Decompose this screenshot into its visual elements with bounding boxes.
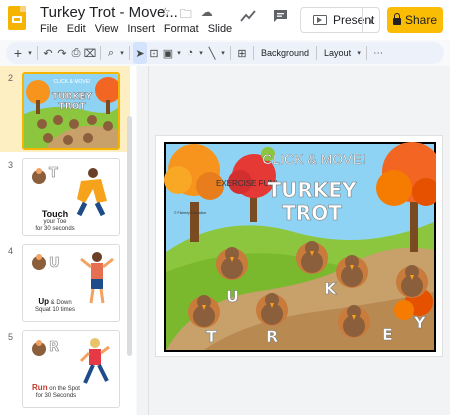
lock-icon bbox=[392, 13, 401, 25]
current-slide[interactable]: CLICK & MOVE! EXERCISE FUN! TURKEY TROT … bbox=[155, 135, 443, 357]
thumb-letter: T bbox=[49, 166, 58, 181]
document-title[interactable]: Turkey Trot - Move... bbox=[40, 4, 178, 21]
thumb-caption: Up & Down Squat 10 times bbox=[27, 297, 83, 314]
select-cursor-icon[interactable]: ➤ bbox=[133, 42, 147, 64]
slide-title-line-2: TROT bbox=[282, 201, 342, 225]
caption-mid: on the Spot bbox=[49, 386, 80, 392]
line-icon[interactable]: ╲ bbox=[205, 42, 219, 64]
menu-view[interactable]: View bbox=[95, 23, 119, 35]
background-button[interactable]: Background bbox=[257, 42, 313, 64]
shape-dropdown-icon[interactable]: ▾ bbox=[197, 42, 205, 64]
image-icon[interactable]: ▣ bbox=[161, 42, 175, 64]
slide-number: 2 bbox=[8, 73, 14, 83]
thumb-caption: Run on the Spot for 30 Seconds bbox=[27, 383, 85, 400]
filmstrip-item-2[interactable]: 2 TURKEY TROT CLICK & MOVE! bbox=[0, 66, 130, 152]
present-dropdown-icon[interactable]: ▼ bbox=[367, 17, 375, 26]
layout-button[interactable]: Layout bbox=[320, 42, 355, 64]
redo-icon[interactable]: ↷ bbox=[55, 42, 69, 64]
more-options-icon[interactable]: ⋯ bbox=[370, 42, 386, 64]
menu-format[interactable]: Format bbox=[164, 23, 199, 35]
line-dropdown-icon[interactable]: ▾ bbox=[219, 42, 227, 64]
letter-t: T bbox=[206, 327, 217, 346]
vertical-ruler bbox=[148, 66, 149, 415]
new-slide-icon[interactable]: + bbox=[10, 42, 26, 64]
credit-text: © Fisherly Education bbox=[174, 211, 206, 215]
activity-dashboard-icon[interactable] bbox=[240, 9, 256, 23]
slide-number: 3 bbox=[8, 160, 14, 170]
zoom-icon[interactable]: ⌕ bbox=[104, 42, 118, 64]
caption-bold: Touch bbox=[41, 209, 69, 219]
present-icon bbox=[313, 15, 327, 25]
letter-e: E bbox=[382, 325, 393, 344]
slide-title-line-1: TURKEY bbox=[268, 178, 357, 202]
click-move-text: CLICK & MOVE! bbox=[262, 151, 365, 167]
slide-number: 5 bbox=[8, 332, 14, 342]
comment-history-icon[interactable] bbox=[273, 9, 288, 23]
thumb-title-1: TURKEY bbox=[52, 92, 92, 102]
thumb-letter: R bbox=[49, 340, 59, 355]
letter-y: Y bbox=[413, 313, 426, 332]
caption-line-1: Squat 10 times bbox=[34, 306, 76, 313]
filmstrip-item-3[interactable]: 3 T Touch your Toe for 30 seconds bbox=[0, 154, 130, 240]
filmstrip-item-4[interactable]: 4 U Up & Down Squat 10 times bbox=[0, 240, 130, 326]
letter-r: R bbox=[266, 327, 278, 346]
caption-line-1: for 30 Seconds bbox=[35, 392, 77, 399]
menu-bar: File Edit View Insert Format Slide bbox=[40, 23, 232, 35]
thumbnail-art: TURKEY TROT CLICK & MOVE! bbox=[24, 74, 118, 148]
add-comment-icon[interactable]: ⊞ bbox=[234, 42, 250, 64]
caption-line-2: for 30 seconds bbox=[35, 226, 75, 233]
slides-logo-icon[interactable] bbox=[8, 6, 26, 30]
letter-k: K bbox=[324, 279, 337, 298]
menu-insert[interactable]: Insert bbox=[127, 23, 155, 35]
slide-number: 4 bbox=[8, 246, 14, 256]
top-bar: Turkey Trot - Move... ☆ 🗀 ☁ File Edit Vi… bbox=[0, 0, 450, 40]
zoom-dropdown-icon[interactable]: ▾ bbox=[118, 42, 126, 64]
thumb-caption: Touch your Toe for 30 seconds bbox=[27, 209, 83, 233]
share-button[interactable]: Share bbox=[387, 7, 443, 33]
slide-thumbnail[interactable]: R Run on the Spot for 30 Seconds bbox=[22, 330, 120, 408]
share-label: Share bbox=[404, 13, 438, 27]
undo-icon[interactable]: ↶ bbox=[41, 42, 55, 64]
thumb-letter: U bbox=[49, 256, 60, 271]
filmstrip-item-5[interactable]: 5 R Run on the Spot for 30 Seconds bbox=[0, 326, 130, 412]
letter-u: U bbox=[226, 287, 239, 306]
shape-icon[interactable]: ◔ bbox=[183, 42, 197, 64]
caption-mid: & Down bbox=[50, 300, 72, 306]
filmstrip-scrollbar[interactable] bbox=[127, 116, 132, 356]
thumb-click-move: CLICK & MOVE! bbox=[54, 79, 91, 85]
new-slide-dropdown-icon[interactable]: ▾ bbox=[26, 42, 34, 64]
print-icon[interactable]: ⎙ bbox=[69, 42, 83, 64]
menu-edit[interactable]: Edit bbox=[67, 23, 86, 35]
menu-file[interactable]: File bbox=[40, 23, 58, 35]
image-dropdown-icon[interactable]: ▾ bbox=[175, 42, 183, 64]
slide-thumbnail[interactable]: TURKEY TROT CLICK & MOVE! bbox=[22, 72, 120, 150]
text-box-icon[interactable]: ⊡ bbox=[147, 42, 161, 64]
layout-dropdown-icon[interactable]: ▾ bbox=[355, 42, 363, 64]
caption-bold: Up bbox=[38, 297, 49, 306]
caption-line-1: your Toe bbox=[43, 219, 67, 226]
caption-bold: Run bbox=[32, 383, 48, 392]
slide-content: CLICK & MOVE! EXERCISE FUN! TURKEY TROT … bbox=[164, 142, 442, 352]
toolbar: + ▾ ↶ ↷ ⎙ ⌧ ⌕ ▾ ➤ ⊡ ▣ ▾ ◔ ▾ ╲ ▾ ⊞ Backgr… bbox=[6, 42, 444, 64]
thumb-title-2: TROT bbox=[59, 102, 87, 112]
paint-format-icon[interactable]: ⌧ bbox=[83, 42, 97, 64]
slide-thumbnail[interactable]: T Touch your Toe for 30 seconds bbox=[22, 158, 120, 236]
slide-thumbnail[interactable]: U Up & Down Squat 10 times bbox=[22, 244, 120, 322]
present-button[interactable]: Present ▼ bbox=[300, 7, 380, 33]
slide-artwork: CLICK & MOVE! EXERCISE FUN! TURKEY TROT … bbox=[164, 142, 442, 350]
menu-slide[interactable]: Slide bbox=[208, 23, 232, 35]
slide-filmstrip: 2 TURKEY TROT CLICK & MOVE! 3 T Touch yo… bbox=[0, 66, 136, 415]
